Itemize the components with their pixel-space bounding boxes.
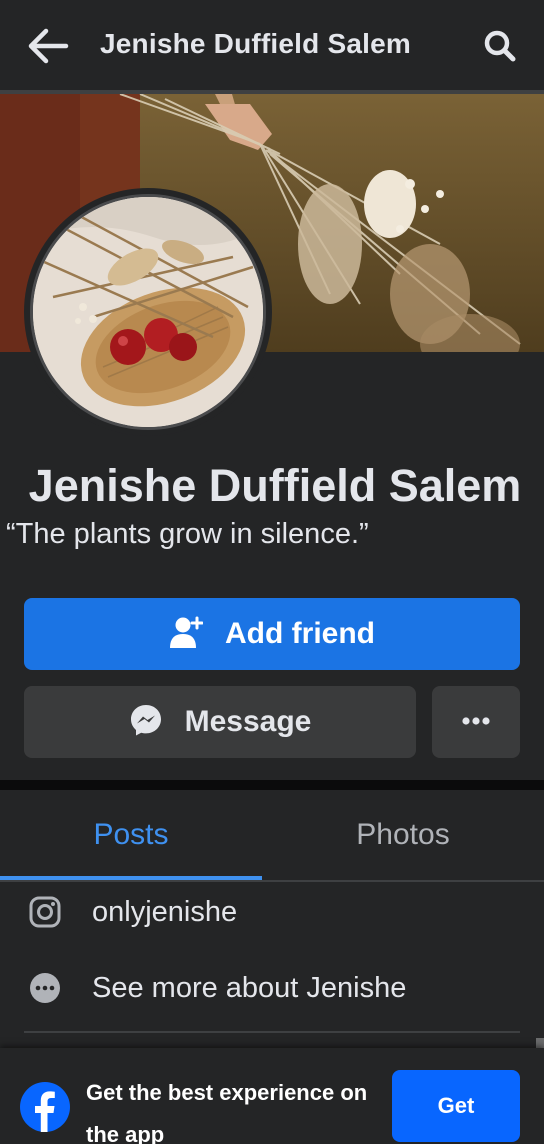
message-button[interactable]: Message (24, 686, 416, 758)
messenger-icon (129, 703, 163, 742)
instagram-link[interactable]: onlyjenishe (0, 882, 544, 942)
app-banner-text: Get the best experience on the app (86, 1080, 368, 1144)
more-circle-icon (28, 971, 62, 1005)
add-friend-button[interactable]: Add friend (24, 598, 520, 670)
more-options-button[interactable] (432, 686, 520, 758)
tab-photos[interactable]: Photos (262, 790, 544, 880)
add-friend-icon (169, 615, 204, 654)
top-bar: Jenishe Duffield Salem (0, 0, 544, 90)
page-title: Jenishe Duffield Salem (100, 28, 411, 59)
profile-page: Jenishe Duffield Salem Jenishe Duffield … (0, 0, 544, 1144)
tab-posts[interactable]: Posts (0, 790, 262, 880)
see-more-about-link[interactable]: See more about Jenishe (0, 958, 544, 1018)
search-icon[interactable] (482, 28, 518, 64)
app-install-banner: Get the best experience on the app Get (0, 1048, 544, 1144)
instagram-icon (28, 895, 62, 929)
get-app-button[interactable]: Get (392, 1070, 520, 1142)
more-dots-icon (461, 713, 491, 731)
profile-bio: “The plants grow in silence.” (6, 518, 369, 550)
instagram-handle: onlyjenishe (92, 895, 238, 928)
arrow-left-icon[interactable] (26, 26, 70, 66)
profile-name: Jenishe Duffield Salem (28, 460, 522, 511)
message-label: Message (184, 705, 312, 738)
avatar[interactable] (30, 194, 266, 430)
intro-divider (24, 1031, 520, 1033)
facebook-logo-icon (20, 1082, 70, 1132)
profile-tabs: Posts Photos (0, 790, 544, 882)
see-more-label: See more about Jenishe (92, 971, 407, 1004)
add-friend-label: Add friend (225, 617, 375, 650)
section-divider (0, 780, 544, 790)
avatar-frame (24, 188, 272, 436)
